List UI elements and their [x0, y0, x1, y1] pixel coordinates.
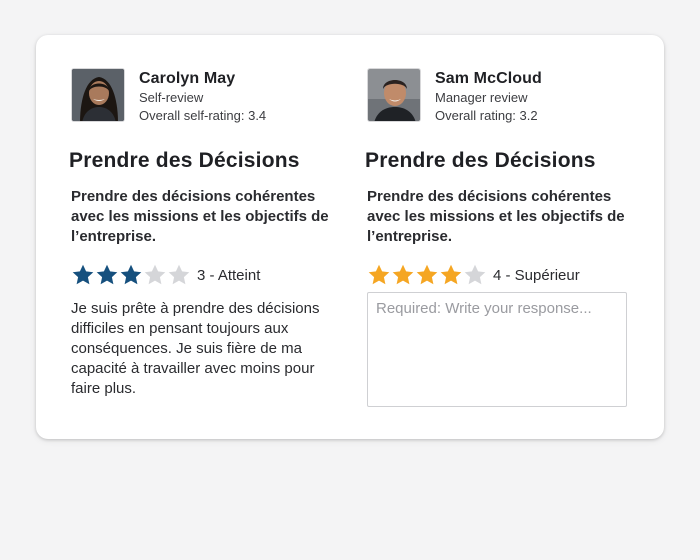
- star-filled-icon[interactable]: [391, 263, 415, 287]
- competency-description: Prendre des décisions cohérentes avec le…: [71, 188, 329, 245]
- review-card: Carolyn May Self-review Overall self-rat…: [36, 35, 664, 439]
- response-textarea[interactable]: [367, 292, 627, 407]
- avatar: [367, 68, 421, 122]
- review-type: Self-review: [139, 90, 204, 105]
- star-filled-icon: [71, 263, 95, 287]
- reviewer-name: Carolyn May: [139, 70, 236, 87]
- reviewer-name: Sam McCloud: [435, 70, 542, 87]
- reviewer-header: Sam McCloud Manager review Overall ratin…: [367, 68, 629, 124]
- overall-rating: Overall rating: 3.2: [435, 108, 538, 123]
- rating-label: 3 - Atteint: [197, 266, 261, 284]
- reviewer-header: Carolyn May Self-review Overall self-rat…: [71, 68, 333, 124]
- competency-title: Prendre des Décisions: [365, 149, 596, 172]
- overall-rating: Overall self-rating: 3.4: [139, 108, 267, 123]
- self-review-comment: Je suis prête à prendre des décisions di…: [71, 300, 320, 397]
- competency-description: Prendre des décisions cohérentes avec le…: [367, 188, 625, 245]
- rating-label: 4 - Supérieur: [493, 266, 580, 284]
- rating-stars[interactable]: [367, 263, 487, 287]
- star-empty-icon[interactable]: [463, 263, 487, 287]
- avatar: [71, 68, 125, 122]
- rating-stars: [71, 263, 191, 287]
- review-type: Manager review: [435, 90, 528, 105]
- star-filled-icon: [95, 263, 119, 287]
- star-rating[interactable]: 4 - Supérieur: [367, 263, 580, 287]
- star-filled-icon: [119, 263, 143, 287]
- star-rating: 3 - Atteint: [71, 263, 260, 287]
- star-empty-icon: [143, 263, 167, 287]
- star-empty-icon: [167, 263, 191, 287]
- star-filled-icon[interactable]: [439, 263, 463, 287]
- star-filled-icon[interactable]: [367, 263, 391, 287]
- star-filled-icon[interactable]: [415, 263, 439, 287]
- competency-title: Prendre des Décisions: [69, 149, 300, 172]
